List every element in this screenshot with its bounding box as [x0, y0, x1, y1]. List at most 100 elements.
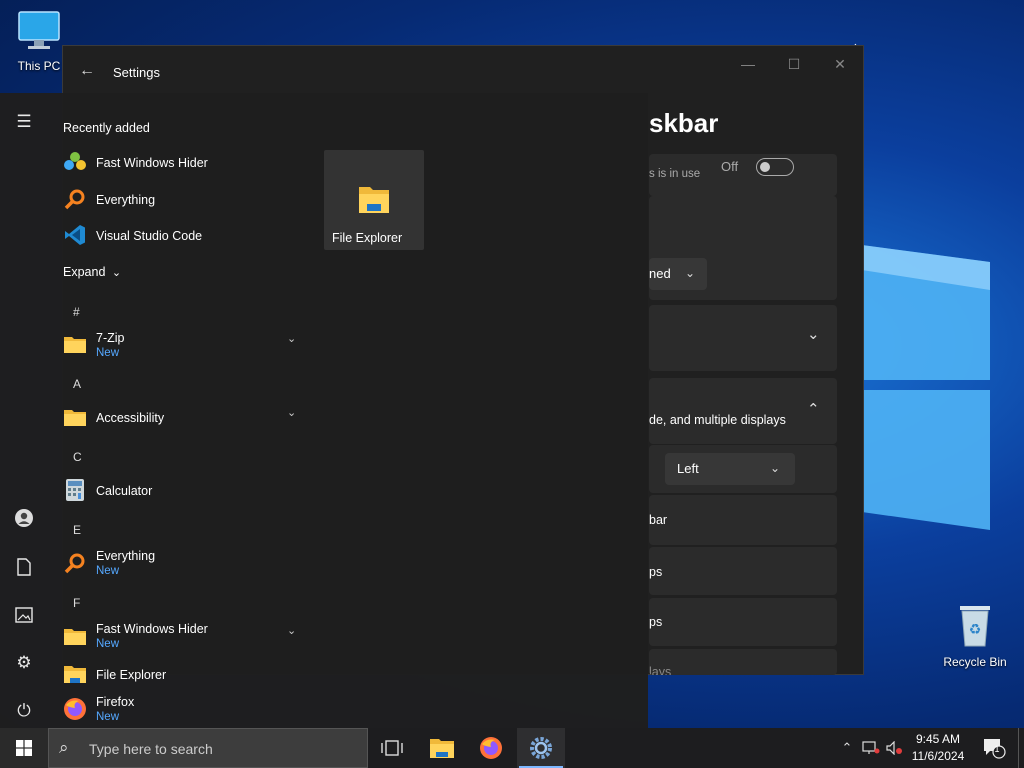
toggle-setting-card: s is in use Off — [649, 154, 837, 196]
app-name: Visual Studio Code — [96, 229, 203, 243]
section-letter[interactable]: E — [73, 523, 81, 537]
recent-app-item[interactable]: Visual Studio Code — [63, 218, 303, 252]
folder-icon — [64, 629, 86, 645]
hamburger-menu-icon[interactable]: ☰ — [13, 111, 35, 133]
list-app-item[interactable]: Accessibility ⌄ — [63, 400, 303, 434]
task-view-button[interactable] — [368, 728, 416, 768]
expand-label: Expand — [63, 265, 106, 279]
list-app-item[interactable]: Firefox New — [63, 691, 303, 725]
page-heading: skbar — [649, 108, 719, 138]
clock-time: 9:45 AM — [915, 732, 961, 746]
section-letter[interactable]: F — [73, 596, 80, 610]
taskbar: ⌕ Type here to search ⌃ 9:45 AM 11/6/202… — [0, 728, 1024, 768]
list-app-item[interactable]: File Explorer — [63, 657, 303, 691]
dropdown-value: Left — [677, 461, 699, 476]
calculator-icon — [66, 479, 84, 501]
chevron-down-icon: ⌄ — [685, 266, 696, 280]
firefox-icon — [64, 698, 86, 720]
window-title: Settings — [113, 65, 160, 80]
close-button[interactable]: ✕ — [820, 56, 860, 73]
pinned-tile-file-explorer[interactable]: File Explorer — [324, 150, 424, 250]
new-badge: New — [96, 711, 120, 723]
recently-added-heading: Recently added — [63, 121, 150, 135]
vscode-icon — [65, 225, 85, 245]
expand-button[interactable]: Expand ⌄ — [63, 265, 121, 279]
setting-row[interactable]: bar — [649, 495, 837, 545]
setting-row[interactable]: lays — [649, 649, 837, 675]
dropdown-value: ned — [649, 266, 671, 281]
settings-gear-icon — [530, 737, 552, 759]
recent-app-item[interactable]: Everything — [63, 182, 303, 216]
show-hidden-icons-chevron-up-icon[interactable]: ⌃ — [836, 728, 858, 768]
everything-icon — [64, 189, 85, 210]
app-name: Fast Windows Hider — [96, 622, 208, 636]
dropdown-setting-card: ned ⌄ — [649, 196, 837, 300]
recent-app-item[interactable]: Fast Windows Hider — [63, 145, 303, 179]
setting-row[interactable]: ps — [649, 598, 837, 646]
search-placeholder: Type here to search — [89, 741, 213, 757]
taskbar-firefox[interactable] — [467, 728, 515, 768]
section-letter[interactable]: # — [73, 305, 80, 319]
pictures-icon[interactable] — [13, 604, 35, 626]
chevron-down-icon: ⌄ — [807, 326, 820, 343]
app-name: File Explorer — [96, 668, 167, 682]
taskbar-settings[interactable] — [517, 728, 565, 768]
list-app-item[interactable]: Calculator — [63, 473, 303, 507]
setting-description: s is in use — [649, 168, 701, 180]
chevron-down-icon: ⌄ — [111, 267, 122, 279]
recycle-bin-icon: ♻ — [960, 606, 990, 647]
chevron-down-icon[interactable]: ⌄ — [287, 406, 296, 419]
file-explorer-icon — [430, 739, 454, 758]
tile-label: File Explorer — [332, 231, 403, 245]
show-desktop-button[interactable] — [1018, 728, 1024, 768]
notification-count: 1 — [994, 744, 1000, 754]
toggle-switch[interactable] — [756, 158, 794, 176]
power-icon[interactable]: ⏻ — [13, 700, 35, 722]
list-app-item[interactable]: 7-Zip New ⌄ — [63, 326, 303, 360]
maximize-button[interactable]: ☐ — [774, 56, 814, 73]
fast-windows-hider-icon — [64, 152, 86, 170]
start-menu: ☰ ⚙ ⏻ Recently added Fast Windows Hider … — [0, 93, 648, 728]
section-letter[interactable]: A — [73, 377, 81, 391]
settings-gear-icon[interactable]: ⚙ — [13, 652, 35, 674]
app-name: Everything — [96, 549, 156, 563]
system-clock[interactable]: 9:45 AM 11/6/2024 — [904, 731, 972, 765]
app-name: Everything — [96, 193, 156, 207]
documents-icon[interactable] — [13, 556, 35, 578]
multi-display-section-card[interactable]: de, and multiple displays ⌃ — [649, 378, 837, 444]
collapsed-section-card[interactable]: ⌄ — [649, 305, 837, 371]
file-explorer-icon — [359, 187, 389, 213]
taskbar-search-box[interactable]: ⌕ Type here to search — [48, 728, 368, 768]
start-button[interactable] — [0, 728, 48, 768]
user-account-icon[interactable] — [13, 507, 35, 529]
chevron-down-icon[interactable]: ⌄ — [287, 624, 296, 637]
new-badge: New — [96, 565, 120, 577]
new-badge: New — [96, 347, 120, 359]
windows-logo-icon — [16, 740, 32, 756]
alignment-row: Left ⌄ — [649, 445, 837, 493]
alignment-dropdown[interactable]: Left ⌄ — [665, 453, 795, 485]
back-arrow-icon[interactable]: ← — [79, 62, 95, 80]
section-letter[interactable]: C — [73, 450, 82, 464]
everything-icon — [64, 553, 85, 574]
list-app-item[interactable]: Fast Windows Hider New ⌄ — [63, 618, 303, 652]
setting-row-label: lays — [649, 665, 672, 675]
chevron-down-icon[interactable]: ⌄ — [287, 332, 296, 345]
setting-row[interactable]: ps — [649, 547, 837, 595]
start-left-rail: ☰ ⚙ ⏻ — [0, 93, 48, 728]
setting-row-label: bar — [649, 513, 668, 527]
app-name: 7-Zip — [96, 331, 125, 345]
minimize-button[interactable]: — — [728, 56, 768, 72]
folder-icon — [64, 337, 86, 353]
section-description: de, and multiple displays — [649, 413, 786, 427]
network-icon[interactable] — [860, 728, 882, 768]
list-app-item[interactable]: Everything New — [63, 545, 303, 579]
dropdown-select[interactable]: ned ⌄ — [649, 258, 707, 290]
task-view-icon — [381, 740, 403, 756]
app-list: Recently added Fast Windows Hider Everyt… — [48, 93, 310, 728]
taskbar-file-explorer[interactable] — [418, 728, 466, 768]
desktop-icon-recycle-bin[interactable]: ♻ Recycle Bin — [940, 602, 1010, 669]
action-center-button[interactable]: 1 — [980, 728, 1008, 768]
volume-muted-icon[interactable] — [884, 728, 906, 768]
settings-titlebar[interactable]: ← Settings — ☐ ✕ — [63, 46, 863, 94]
